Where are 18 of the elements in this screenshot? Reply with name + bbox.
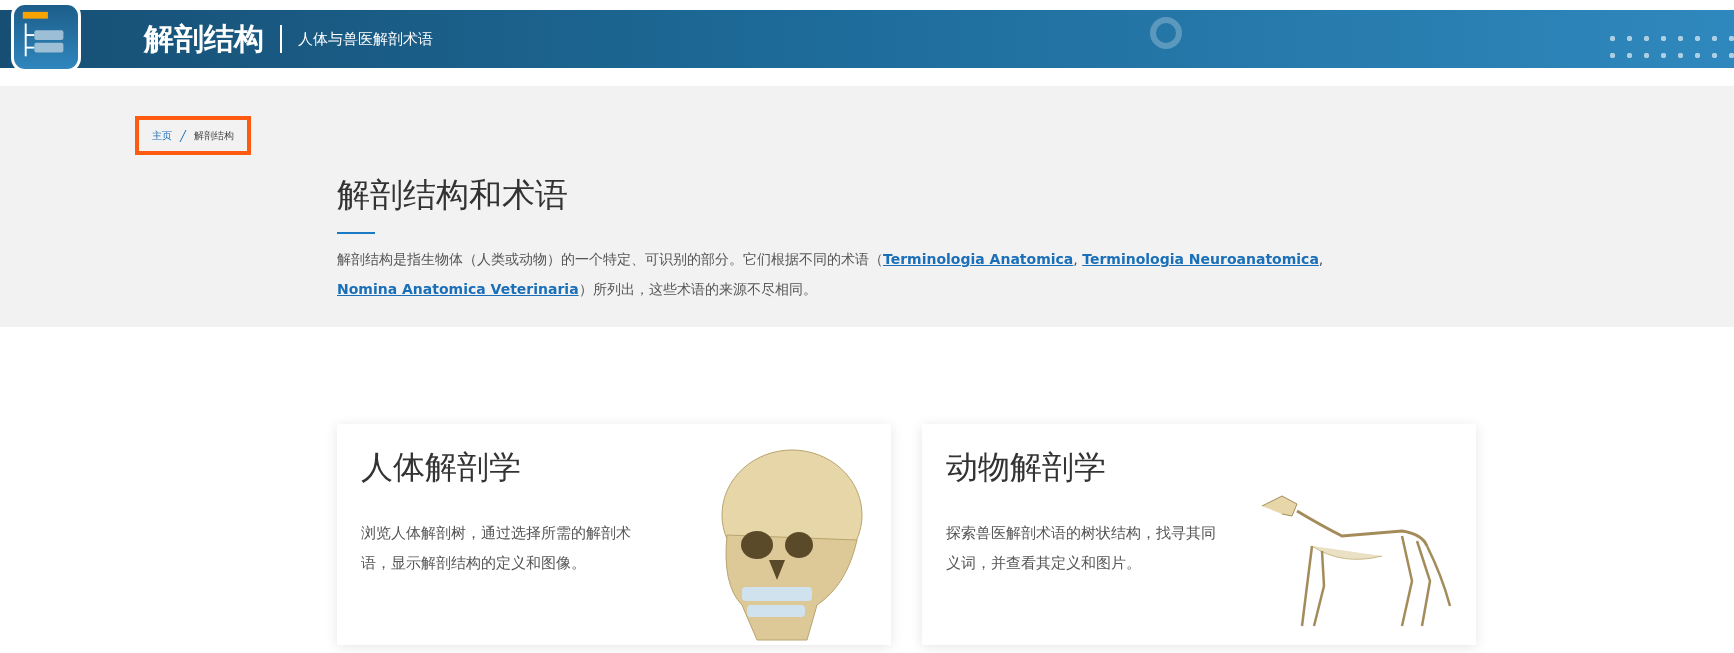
category-card[interactable]: 人体解剖学 浏览人体解剖树，通过选择所需的解剖术语，显示解剖结构的定义和图像。 — [337, 424, 891, 645]
card-description: 浏览人体解剖树，通过选择所需的解剖术语，显示解剖结构的定义和图像。 — [361, 523, 632, 574]
intro-paragraph: 解剖结构是指生物体（人类或动物）的一个特定、可识别的部分。它们根据不同的术语（Terminologia Anatomica, Terminologia Neuroanatomica, Nomina Anatomica Veterinaria）所列出，这些术语的来源不尽相同。 — [337, 250, 1325, 299]
separator-icon — [178, 128, 188, 143]
breadcrumb-current: 解剖结构 — [194, 128, 234, 143]
terminology-link[interactable]: Nomina Anatomica Veterinaria — [337, 281, 579, 297]
terminology-link[interactable]: Terminologia Anatomica — [883, 251, 1074, 267]
site-subtitle: 人体与兽医解剖术语 — [298, 29, 433, 49]
card-description: 探索兽医解剖术语的树状结构，找寻其同义词，并查看其定义和图片。 — [946, 523, 1217, 574]
terminology-link[interactable]: Terminologia Neuroanatomica — [1082, 251, 1319, 267]
card-title: 人体解剖学 — [361, 447, 522, 488]
breadcrumb-link[interactable]: 主页 — [152, 128, 172, 143]
site-title[interactable]: 解剖结构 — [144, 18, 264, 60]
category-card[interactable]: 动物解剖学 探索兽医解剖术语的树状结构，找寻其同义词，并查看其定义和图片。 — [922, 424, 1476, 645]
card-title: 动物解剖学 — [946, 447, 1107, 488]
page-heading: 解剖结构和术语 — [337, 174, 569, 216]
logo-icon[interactable] — [11, 2, 81, 72]
ring-decoration — [1150, 17, 1182, 49]
